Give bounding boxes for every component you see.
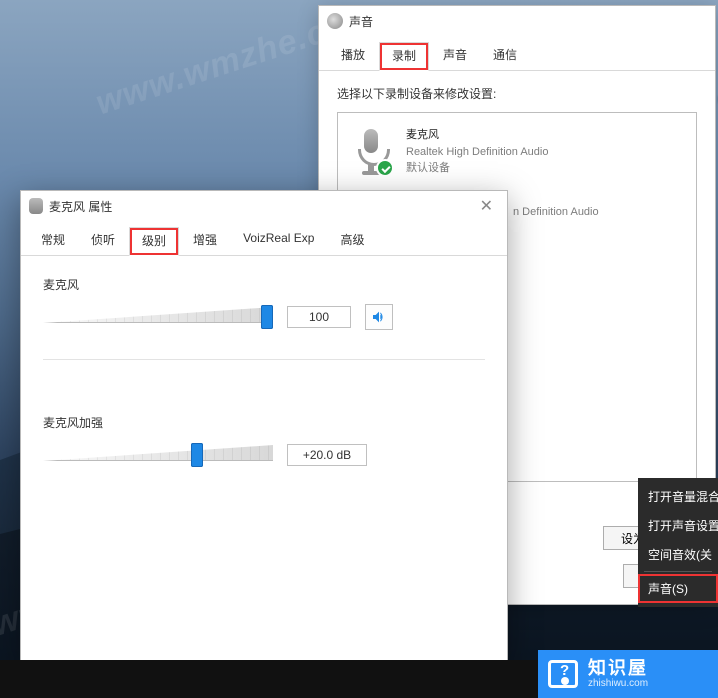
- tab-enhancements[interactable]: 增强: [181, 227, 229, 255]
- device-status: 默认设备: [406, 160, 548, 177]
- device-desc: Realtek High Definition Audio: [406, 144, 548, 161]
- mic-tabs: 常规 侦听 级别 增强 VoizReal Exp 高级: [21, 221, 507, 256]
- mic-boost-group: 麦克风加强 +20.0 dB: [43, 414, 485, 497]
- mic-level-value[interactable]: 100: [287, 306, 351, 328]
- mic-body: 麦克风 100 麦克风加强 +20.0 dB: [21, 256, 507, 547]
- slider-thumb[interactable]: [261, 305, 273, 329]
- tab-sounds[interactable]: 声音: [431, 42, 479, 70]
- ctx-open-mixer[interactable]: 打开音量混合: [638, 482, 718, 511]
- recording-prompt: 选择以下录制设备来修改设置:: [337, 85, 697, 102]
- sound-sysicon: [327, 13, 343, 29]
- device-item-mic[interactable]: 麦克风 Realtek High Definition Audio 默认设备: [346, 121, 688, 183]
- default-check-icon: [376, 159, 394, 177]
- branding-cn: 知识屋: [588, 659, 648, 679]
- microphone-icon: [29, 198, 43, 214]
- tab-general[interactable]: 常规: [29, 227, 77, 255]
- close-icon[interactable]: ✕: [474, 196, 499, 216]
- device-desc-partial: n Definition Audio: [513, 206, 599, 218]
- device-name: 麦克风: [406, 127, 548, 144]
- mute-toggle-button[interactable]: [365, 304, 393, 330]
- mic-boost-label: 麦克风加强: [43, 414, 485, 431]
- tab-communications[interactable]: 通信: [481, 42, 529, 70]
- mic-level-label: 麦克风: [43, 276, 485, 293]
- mic-properties-window: 麦克风 属性 ✕ 常规 侦听 级别 增强 VoizReal Exp 高级 麦克风…: [20, 190, 508, 662]
- branding-logo-icon: [548, 660, 578, 688]
- tab-voizreal[interactable]: VoizReal Exp: [231, 227, 326, 255]
- speaker-icon: [371, 309, 387, 325]
- branding-block: 知识屋 zhishiwu.com: [538, 650, 718, 698]
- ctx-sounds[interactable]: 声音(S): [638, 574, 718, 603]
- ctx-spatial-audio[interactable]: 空间音效(关: [638, 540, 718, 569]
- ctx-open-sound-settings[interactable]: 打开声音设置: [638, 511, 718, 540]
- microphone-icon: [350, 127, 396, 175]
- mic-boost-slider[interactable]: [43, 441, 273, 469]
- sound-title: 声音: [349, 13, 373, 30]
- mic-title: 麦克风 属性: [49, 198, 112, 215]
- mic-titlebar[interactable]: 麦克风 属性 ✕: [21, 191, 507, 221]
- sound-tabs: 播放 录制 声音 通信: [319, 36, 715, 71]
- mic-level-group: 麦克风 100: [43, 276, 485, 360]
- tray-context-menu: 打开音量混合 打开声音设置 空间音效(关 声音(S): [638, 478, 718, 607]
- tab-listen[interactable]: 侦听: [79, 227, 127, 255]
- tab-levels[interactable]: 级别: [129, 227, 179, 256]
- tab-playback[interactable]: 播放: [329, 42, 377, 70]
- slider-thumb[interactable]: [191, 443, 203, 467]
- mic-level-slider[interactable]: [43, 303, 273, 331]
- device-text: 麦克风 Realtek High Definition Audio 默认设备: [406, 127, 548, 177]
- mic-boost-value[interactable]: +20.0 dB: [287, 444, 367, 466]
- tab-recording[interactable]: 录制: [379, 42, 429, 71]
- ctx-separator: [644, 571, 712, 572]
- sound-titlebar[interactable]: 声音: [319, 6, 715, 36]
- tab-advanced[interactable]: 高级: [328, 227, 376, 255]
- branding-en: zhishiwu.com: [588, 678, 648, 689]
